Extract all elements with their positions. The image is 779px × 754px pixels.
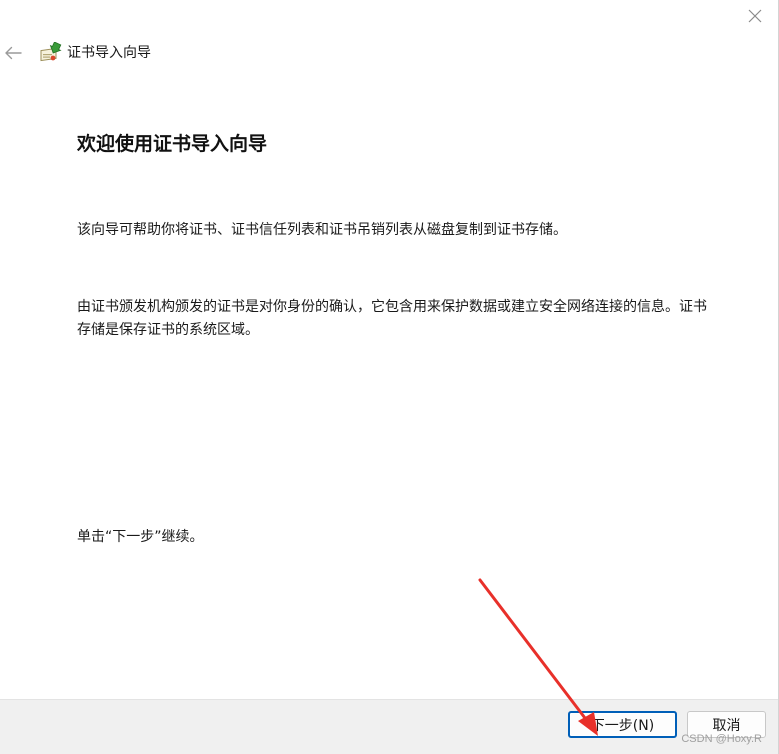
- close-button[interactable]: [740, 4, 770, 28]
- wizard-header-title: 证书导入向导: [67, 45, 151, 61]
- next-button[interactable]: 下一步(N): [568, 711, 677, 738]
- certificate-import-icon: [40, 42, 62, 62]
- continue-instruction: 单击“下一步”继续。: [77, 529, 204, 545]
- page-title: 欢迎使用证书导入向导: [77, 133, 268, 155]
- back-button[interactable]: [2, 40, 24, 66]
- description-paragraph: 由证书颁发机构颁发的证书是对你身份的确认，它包含用来保护数据或建立安全网络连接的…: [77, 299, 707, 338]
- intro-paragraph: 该向导可帮助你将证书、证书信任列表和证书吊销列表从磁盘复制到证书存储。: [77, 222, 567, 238]
- certificate-import-wizard-window: 证书导入向导 欢迎使用证书导入向导 该向导可帮助你将证书、证书信任列表和证书吊销…: [0, 0, 779, 754]
- close-icon: [748, 9, 762, 23]
- back-arrow-icon: [5, 46, 22, 60]
- cancel-button[interactable]: 取消: [687, 711, 766, 738]
- annotation-arrow: [478, 578, 598, 736]
- wizard-footer: 下一步(N) 取消: [0, 699, 778, 754]
